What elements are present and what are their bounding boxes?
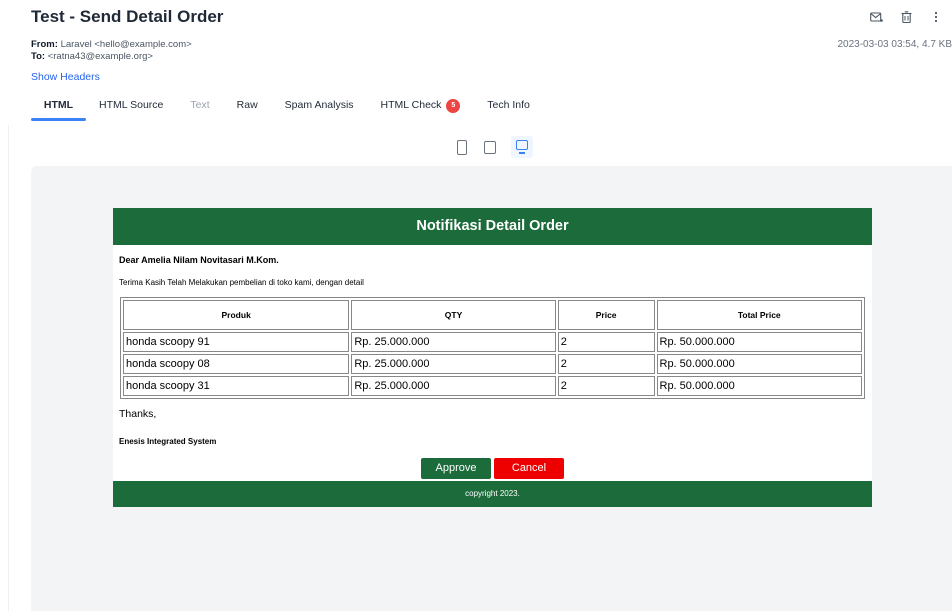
message-toolbar — [868, 9, 944, 25]
from-label: From: — [31, 39, 58, 50]
message-header: Test - Send Detail Order From: Laravel <… — [0, 0, 952, 125]
order-table-header: Produk QTY Price Total Price — [123, 300, 862, 330]
cell-qty: Rp. 25.000.000 — [351, 354, 556, 374]
cell-price: 2 — [557, 332, 655, 352]
email-footer: copyright 2023. — [113, 481, 872, 507]
cell-qty: Rp. 25.000.000 — [351, 376, 556, 396]
tablet-view-icon[interactable] — [483, 138, 497, 156]
tab-tech-info[interactable]: Tech Info — [487, 99, 530, 121]
order-table: Produk QTY Price Total Price honda scoop… — [120, 297, 865, 399]
tab-html-check[interactable]: HTML Check 5 — [381, 99, 461, 121]
viewport-switcher — [455, 136, 533, 158]
tab-spam-analysis[interactable]: Spam Analysis — [285, 99, 354, 121]
to-value: <ratna43@example.org> — [47, 51, 153, 62]
message-subject: Test - Send Detail Order — [31, 7, 224, 26]
table-row: honda scoopy 31 Rp. 25.000.000 2 Rp. 50.… — [123, 376, 862, 396]
cell-produk: honda scoopy 08 — [123, 354, 350, 374]
tab-html[interactable]: HTML — [31, 99, 86, 121]
email-greeting: Dear Amelia Nilam Novitasari M.Kom. — [119, 255, 279, 265]
cell-produk: honda scoopy 31 — [123, 376, 350, 396]
from-line: From: Laravel <hello@example.com> — [31, 39, 192, 51]
to-line: To: <ratna43@example.org> — [31, 51, 192, 63]
email-header-title: Notifikasi Detail Order — [113, 208, 872, 245]
cell-qty: Rp. 25.000.000 — [351, 332, 556, 352]
email-thanks: Thanks, — [119, 408, 157, 420]
html-check-badge: 5 — [446, 99, 461, 113]
cell-total-price: Rp. 50.000.000 — [656, 354, 862, 374]
table-row: honda scoopy 08 Rp. 25.000.000 2 Rp. 50.… — [123, 354, 862, 374]
column-header-qty: QTY — [351, 300, 556, 330]
cell-total-price: Rp. 50.000.000 — [656, 332, 862, 352]
email-company: Enesis Integrated System — [119, 437, 217, 446]
column-header-produk: Produk — [123, 300, 350, 330]
to-label: To: — [31, 51, 46, 62]
cell-price: 2 — [557, 376, 655, 396]
mail-icon[interactable] — [868, 9, 884, 25]
view-tabs: HTML HTML Source Text Raw Spam Analysis … — [31, 99, 557, 121]
cell-total-price: Rp. 50.000.000 — [656, 376, 862, 396]
cell-produk: honda scoopy 91 — [123, 332, 350, 352]
show-headers-link[interactable]: Show Headers — [31, 71, 100, 83]
desktop-view-icon[interactable] — [511, 136, 533, 158]
tab-raw[interactable]: Raw — [237, 99, 258, 121]
trash-icon[interactable] — [898, 9, 914, 25]
tab-html-check-label: HTML Check — [380, 99, 442, 111]
email-body: Notifikasi Detail Order Dear Amelia Nila… — [113, 208, 872, 507]
email-intro: Terima Kasih Telah Melakukan pembelian d… — [119, 278, 364, 287]
mobile-view-icon[interactable] — [455, 138, 469, 156]
column-header-total-price: Total Price — [656, 300, 862, 330]
tab-html-source[interactable]: HTML Source — [99, 99, 163, 121]
more-vertical-icon[interactable] — [928, 9, 944, 25]
tab-text[interactable]: Text — [190, 99, 209, 121]
approve-button[interactable]: Approve — [421, 458, 491, 479]
table-row: honda scoopy 91 Rp. 25.000.000 2 Rp. 50.… — [123, 332, 862, 352]
cancel-button[interactable]: Cancel — [494, 458, 564, 479]
cell-price: 2 — [557, 354, 655, 374]
from-value: Laravel <hello@example.com> — [60, 39, 192, 50]
message-date-size: 2023-03-03 03:54, 4.7 KB — [837, 39, 952, 50]
column-header-price: Price — [557, 300, 655, 330]
email-action-buttons: Approve Cancel — [421, 458, 564, 479]
message-meta: From: Laravel <hello@example.com> To: <r… — [31, 39, 192, 63]
